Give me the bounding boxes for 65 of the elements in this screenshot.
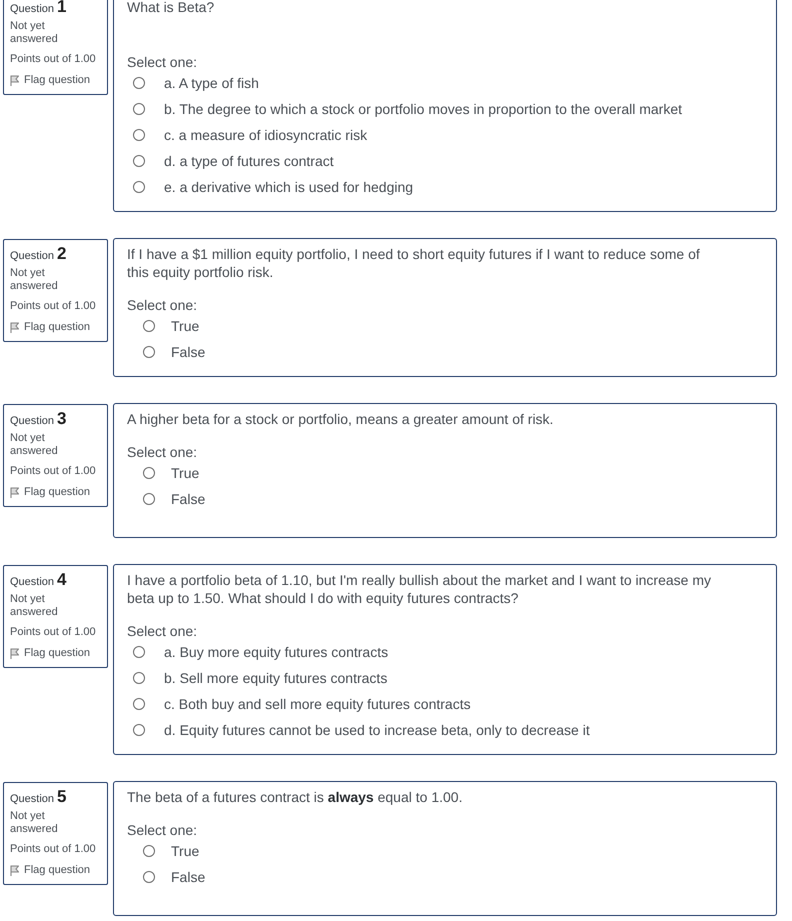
question-points: Points out of 1.00 (10, 626, 96, 639)
question-text: What is Beta? (127, 0, 214, 16)
radio-button[interactable] (133, 103, 145, 115)
flag-question-link[interactable]: Flag question (10, 74, 90, 87)
question-number: Question 5 (10, 786, 66, 808)
select-one-label: Select one: (127, 822, 198, 838)
flag-icon (10, 487, 19, 498)
answer-label[interactable]: False (171, 344, 206, 360)
select-one-label: Select one: (127, 297, 198, 313)
answer-label[interactable]: e. a derivative which is used for hedging (164, 179, 414, 195)
radio-button[interactable] (133, 646, 145, 658)
question-text: If I have a $1 million equity portfolio, I need to short equity futures if I want to reduce some of this equity portfolio risk. (127, 245, 701, 281)
radio-button[interactable] (133, 181, 145, 193)
question-text: The beta of a futures contract is always equal to 1.00. (127, 788, 462, 806)
answer-label[interactable]: False (171, 491, 206, 507)
answer-label[interactable]: b. Sell more equity futures contracts (164, 670, 388, 686)
radio-button[interactable] (133, 672, 145, 684)
answer-label[interactable]: True (171, 843, 200, 859)
radio-button[interactable] (133, 698, 145, 710)
question-number: Question 2 (10, 243, 66, 265)
question-status: Not yet answered (10, 432, 59, 458)
answer-label[interactable]: a. Buy more equity futures contracts (164, 644, 388, 660)
question-status: Not yet answered (10, 267, 59, 293)
question-status: Not yet answered (10, 810, 59, 836)
flag-icon (10, 322, 19, 333)
radio-button[interactable] (133, 129, 145, 141)
answer-label[interactable]: b. The degree to which a stock or portfolio moves in proportion to the overall market (164, 101, 682, 117)
question-number: Question 3 (10, 408, 66, 430)
flag-question-link[interactable]: Flag question (10, 486, 90, 499)
answer-label[interactable]: c. Both buy and sell more equity futures contracts (164, 696, 471, 712)
question-text: A higher beta for a stock or portfolio, means a greater amount of risk. (127, 410, 554, 428)
answer-label[interactable]: False (171, 869, 206, 885)
select-one-label: Select one: (127, 623, 198, 639)
radio-button[interactable] (133, 155, 145, 167)
flag-icon (10, 75, 19, 86)
answer-label[interactable]: d. Equity futures cannot be used to increase beta, only to decrease it (164, 722, 590, 738)
question-number: Question 4 (10, 569, 66, 591)
flag-question-link[interactable]: Flag question (10, 647, 90, 660)
question-number: Question 1 (10, 0, 66, 18)
radio-button[interactable] (143, 467, 155, 479)
answer-label[interactable]: True (171, 465, 200, 481)
radio-button[interactable] (143, 871, 155, 883)
flag-question-link[interactable]: Flag question (10, 321, 90, 334)
radio-button[interactable] (143, 320, 155, 332)
question-points: Points out of 1.00 (10, 300, 96, 313)
select-one-label: Select one: (127, 54, 198, 70)
answer-label[interactable]: c. a measure of idiosyncratic risk (164, 127, 368, 143)
flag-icon (10, 648, 19, 659)
answer-label[interactable]: a. A type of fish (164, 75, 259, 91)
question-points: Points out of 1.00 (10, 53, 96, 66)
select-one-label: Select one: (127, 444, 198, 460)
radio-button[interactable] (143, 845, 155, 857)
radio-button[interactable] (133, 77, 145, 89)
question-points: Points out of 1.00 (10, 843, 96, 856)
radio-button[interactable] (143, 493, 155, 505)
question-status: Not yet answered (10, 593, 59, 619)
answer-label[interactable]: d. a type of futures contract (164, 153, 334, 169)
radio-button[interactable] (143, 346, 155, 358)
question-text: I have a portfolio beta of 1.10, but I'm really bullish about the market and I want to increase my beta up to 1.50. What should I do with equity futures contracts? (127, 571, 712, 607)
answer-label[interactable]: True (171, 318, 200, 334)
flag-question-link[interactable]: Flag question (10, 864, 90, 877)
question-status: Not yet answered (10, 20, 59, 46)
question-points: Points out of 1.00 (10, 465, 96, 478)
radio-button[interactable] (133, 724, 145, 736)
flag-icon (10, 865, 19, 876)
